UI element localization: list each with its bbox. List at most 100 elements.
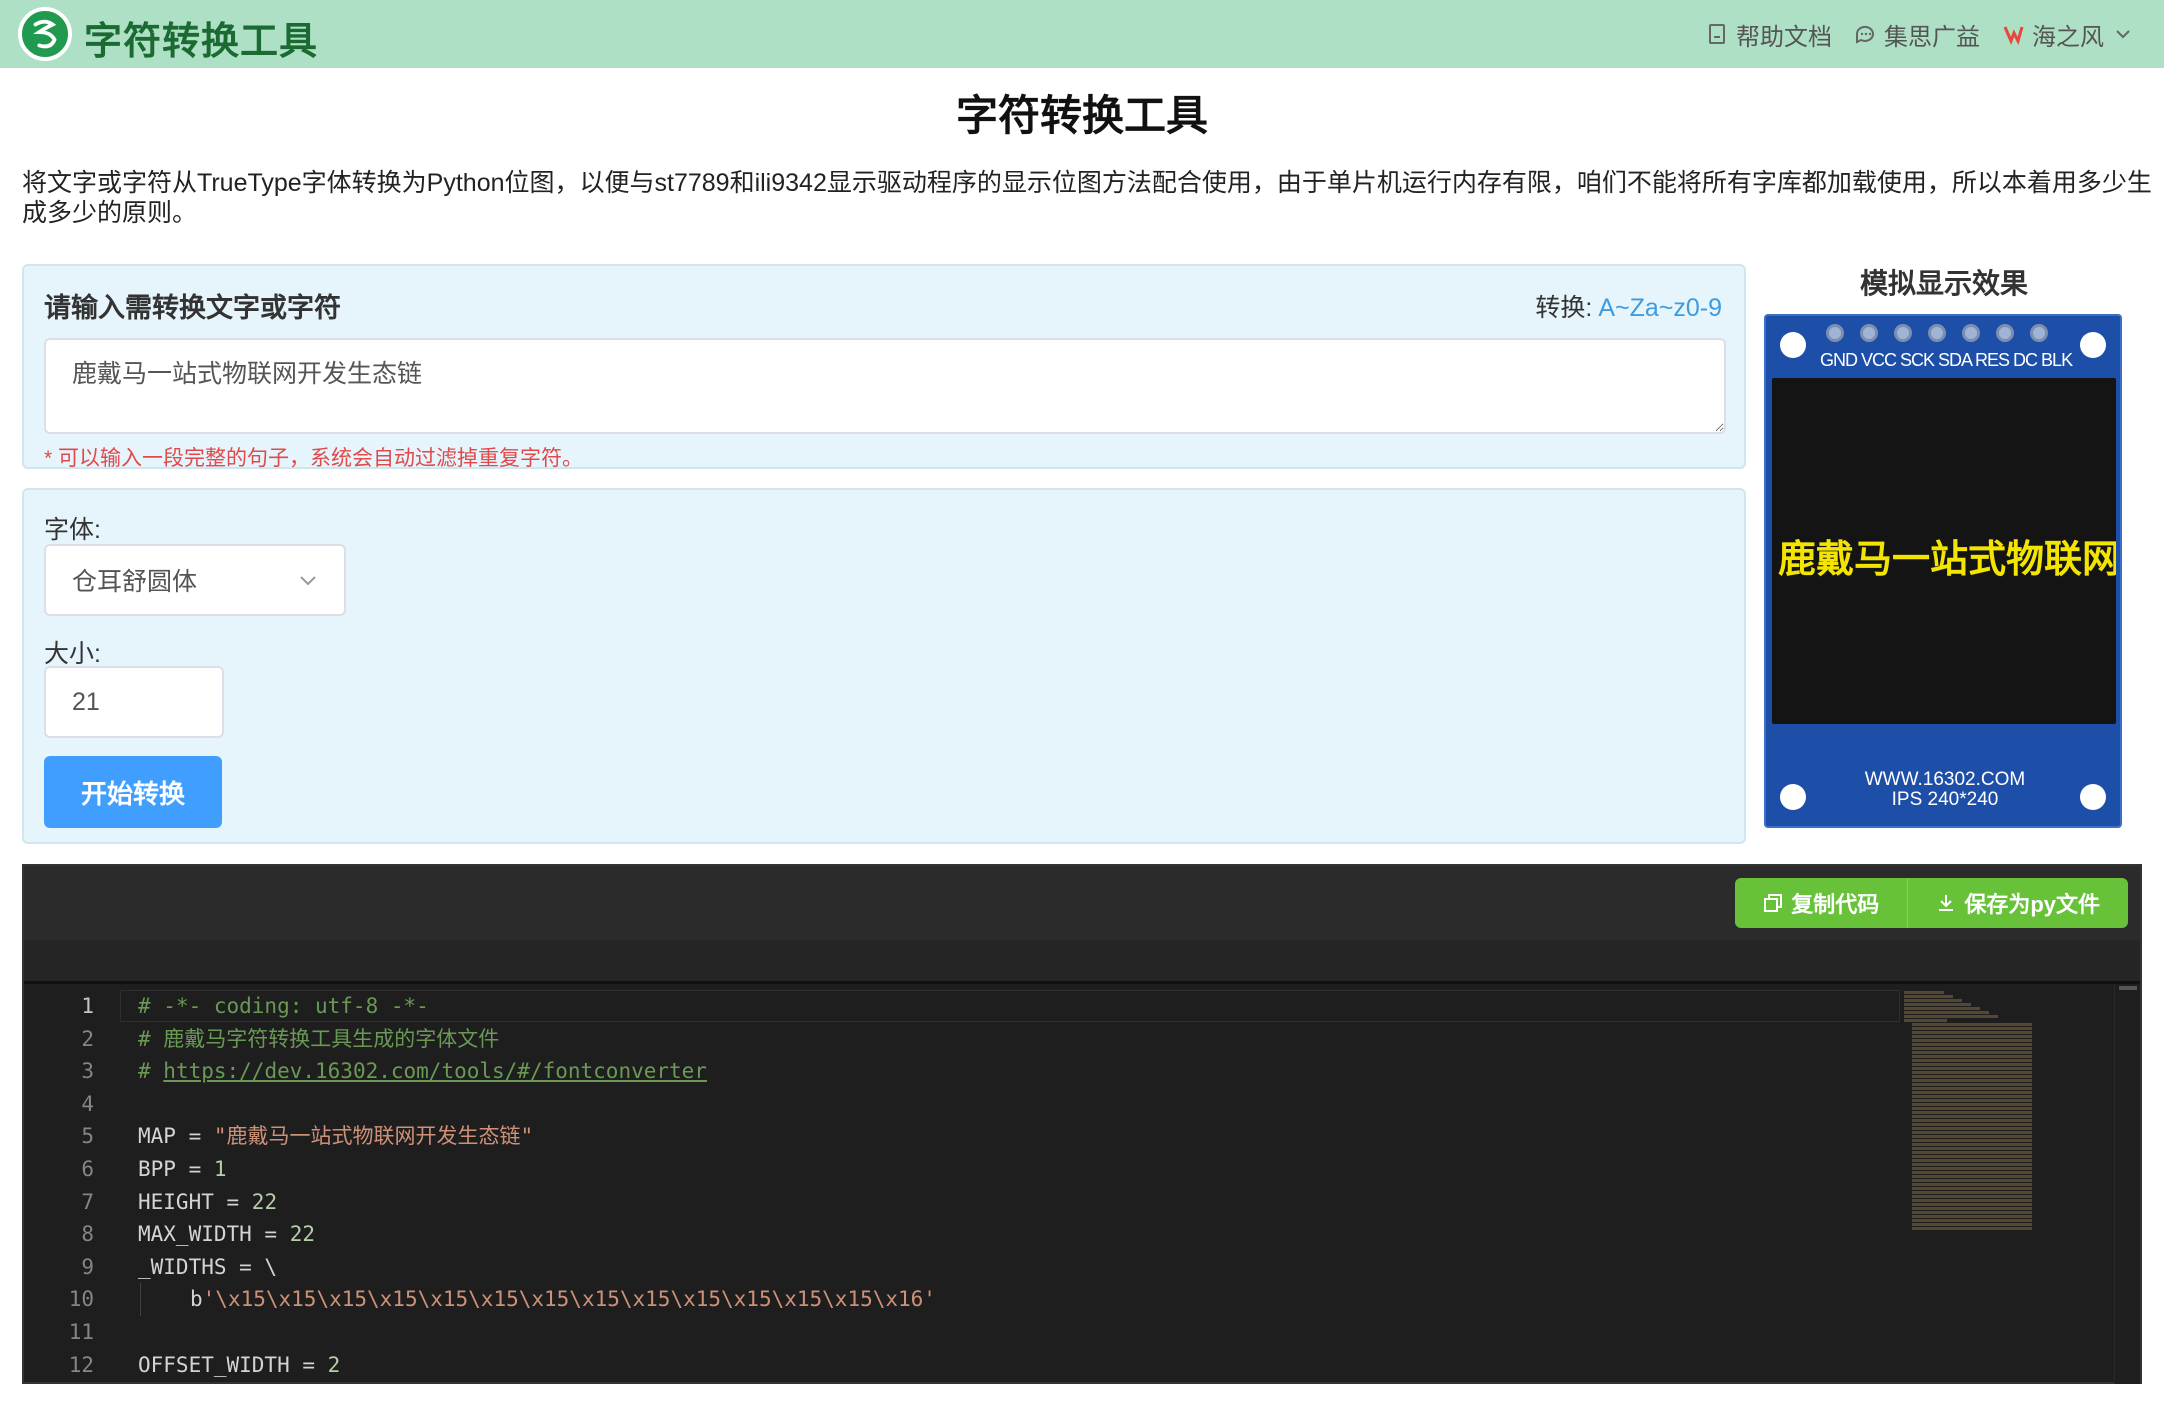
- copy-icon: [1764, 894, 1783, 912]
- code-number: 22: [251, 1189, 278, 1214]
- pin: [1928, 324, 1946, 342]
- convert-label: 转换:: [1535, 294, 1593, 322]
- minimap-row: [1912, 1227, 2032, 1230]
- minimap-row: [1912, 1155, 2032, 1158]
- minimap-row: [1904, 1019, 1947, 1022]
- text-input[interactable]: 鹿戴马一站式物联网开发生态链: [44, 338, 1726, 434]
- convert-preset: 转换: A~Za~z0-9: [1535, 288, 1722, 324]
- minimap-row: [1912, 1023, 2032, 1026]
- lcd-pin-labels: GND VCC SCK SDA RES DC BLK: [1820, 350, 2073, 370]
- mount-hole: [1780, 332, 1806, 358]
- minimap-row: [1912, 1211, 2032, 1214]
- code-tab-strip: [24, 940, 2140, 984]
- code-actions: 复制代码 保存为py文件: [1735, 878, 2128, 928]
- minimap-row: [1912, 1095, 2032, 1098]
- minimap-row: [1912, 1079, 2032, 1082]
- chat-icon: [1855, 25, 1874, 44]
- minimap-row: [1912, 1111, 2032, 1114]
- nav-user-name: 海之风: [2032, 23, 2104, 51]
- minimap-row: [1912, 1051, 2032, 1054]
- font-select[interactable]: 仓耳舒圆体: [44, 544, 346, 616]
- line-number: 7: [81, 1189, 94, 1214]
- code-kw: BPP =: [138, 1156, 214, 1181]
- minimap-row: [1912, 1215, 2032, 1218]
- minimap-row: [1912, 1223, 2032, 1226]
- line-number: 10: [68, 1287, 94, 1312]
- code-url[interactable]: https://dev.16302.com/tools/#/fontconver…: [163, 1059, 707, 1083]
- size-input[interactable]: 21: [44, 666, 224, 738]
- code-text: # 鹿戴马字符转换工具生成的字体文件: [138, 1026, 500, 1051]
- code-lines[interactable]: 1 # -*- coding: utf-8 -*- 2 # 鹿戴马字符转换工具生成的…: [24, 990, 1904, 1381]
- start-convert-button[interactable]: 开始转换: [44, 756, 222, 828]
- minimap-row: [1912, 1107, 2032, 1110]
- minimap-row: [1912, 1207, 2032, 1210]
- code-kw: HEIGHT =: [138, 1189, 252, 1214]
- lcd-preview: GND VCC SCK SDA RES DC BLK 鹿戴马一站式物联网 WWW…: [1764, 314, 2122, 828]
- minimap-row: [1904, 991, 1944, 994]
- minimap-row: [1912, 1067, 2032, 1070]
- code-toolbar: 复制代码 保存为py文件: [24, 866, 2140, 940]
- minimap-row: [1912, 1059, 2032, 1062]
- line-number: 2: [81, 1026, 94, 1051]
- nav-help-docs-label: 帮助文档: [1736, 23, 1832, 51]
- nav-user-menu[interactable]: 海之风: [2002, 17, 2134, 52]
- minimap-row: [1912, 1187, 2032, 1190]
- input-panel-title: 请输入需转换文字或字符: [44, 293, 341, 323]
- minimap-row: [1912, 1035, 2032, 1038]
- save-py-button[interactable]: 保存为py文件: [1908, 878, 2128, 928]
- minimap-row: [1912, 1175, 2032, 1178]
- minimap-row: [1912, 1027, 2032, 1030]
- minimap-row: [1912, 1119, 2032, 1122]
- pin: [1996, 324, 2014, 342]
- minimap-row: [1912, 1135, 2032, 1138]
- nav-feedback-label: 集思广益: [1884, 23, 1980, 51]
- preview-title: 模拟显示效果: [1859, 268, 2028, 299]
- minimap-row: [1912, 1043, 2032, 1046]
- code-line: 1 # -*- coding: utf-8 -*-: [24, 990, 1904, 1023]
- lcd-screen-text: 鹿戴马一站式物联网: [1778, 539, 2116, 581]
- page-description: 将文字或字符从TrueType字体转换为Python位图，以便与st7789和i…: [22, 169, 2152, 227]
- code-line: 9 _WIDTHS = \: [24, 1251, 1904, 1284]
- code-scrollbar[interactable]: [2114, 984, 2140, 1384]
- minimap-row: [1912, 1083, 2032, 1086]
- pin: [1894, 324, 1912, 342]
- code-kw: MAX_WIDTH =: [138, 1222, 290, 1247]
- minimap-row: [1912, 1123, 2032, 1126]
- minimap-row: [1912, 1055, 2032, 1058]
- minimap-row: [1912, 1103, 2032, 1106]
- code-kw: OFFSET_WIDTH =: [138, 1352, 328, 1377]
- input-hint: * 可以输入一段完整的句子，系统会自动过滤掉重复字符。: [44, 447, 584, 470]
- code-text: MAP = "鹿戴马一站式物联网开发生态链": [138, 1120, 533, 1153]
- code-number: 22: [289, 1222, 316, 1247]
- scrollbar-thumb[interactable]: [2119, 986, 2137, 990]
- app-brand-title[interactable]: 字符转换工具: [84, 10, 318, 65]
- mount-hole: [2080, 332, 2106, 358]
- chevron-down-icon: [300, 576, 316, 586]
- nav-feedback[interactable]: 集思广益: [1854, 17, 1980, 52]
- top-navbar: 字符转换工具 帮助文档 集思广益 海之风: [0, 0, 2164, 68]
- code-line: 6 BPP = 1: [24, 1153, 1904, 1186]
- minimap-row: [1912, 1075, 2032, 1078]
- minimap-row: [1912, 1163, 2032, 1166]
- code-line: 5 MAP = "鹿戴马一站式物联网开发生态链": [24, 1120, 1904, 1153]
- lcd-pin-header: [1826, 324, 2048, 342]
- code-comment-prefix: #: [138, 1059, 164, 1084]
- nav-help-docs[interactable]: 帮助文档: [1706, 17, 1832, 52]
- code-text: b'\x15\x15\x15\x15\x15\x15\x15\x15\x15\x…: [190, 1283, 936, 1316]
- lcd-board-label: WWW.16302.COM IPS 240*240: [1766, 770, 2124, 810]
- app-logo-icon[interactable]: [18, 7, 72, 61]
- size-label: 大小:: [44, 640, 101, 668]
- code-text: _WIDTHS = \: [138, 1254, 278, 1279]
- line-number: 3: [81, 1059, 94, 1084]
- settings-panel: 字体: 仓耳舒圆体 大小: 21 开始转换: [22, 488, 1746, 844]
- copy-code-button[interactable]: 复制代码: [1735, 878, 1909, 928]
- convert-alnum-link[interactable]: A~Za~z0-9: [1598, 294, 1722, 322]
- code-line: 10 b'\x15\x15\x15\x15\x15\x15\x15\x15\x15…: [24, 1283, 1904, 1316]
- code-string: '\x15\x15\x15\x15\x15\x15\x15\x15\x15\x1…: [202, 1287, 936, 1312]
- code-text: MAX_WIDTH = 22: [138, 1218, 315, 1251]
- code-minimap[interactable]: [1904, 990, 2044, 1290]
- line-number: 11: [68, 1319, 94, 1344]
- minimap-row: [1904, 999, 1962, 1002]
- minimap-row: [1912, 1203, 2032, 1206]
- pin: [2030, 324, 2048, 342]
